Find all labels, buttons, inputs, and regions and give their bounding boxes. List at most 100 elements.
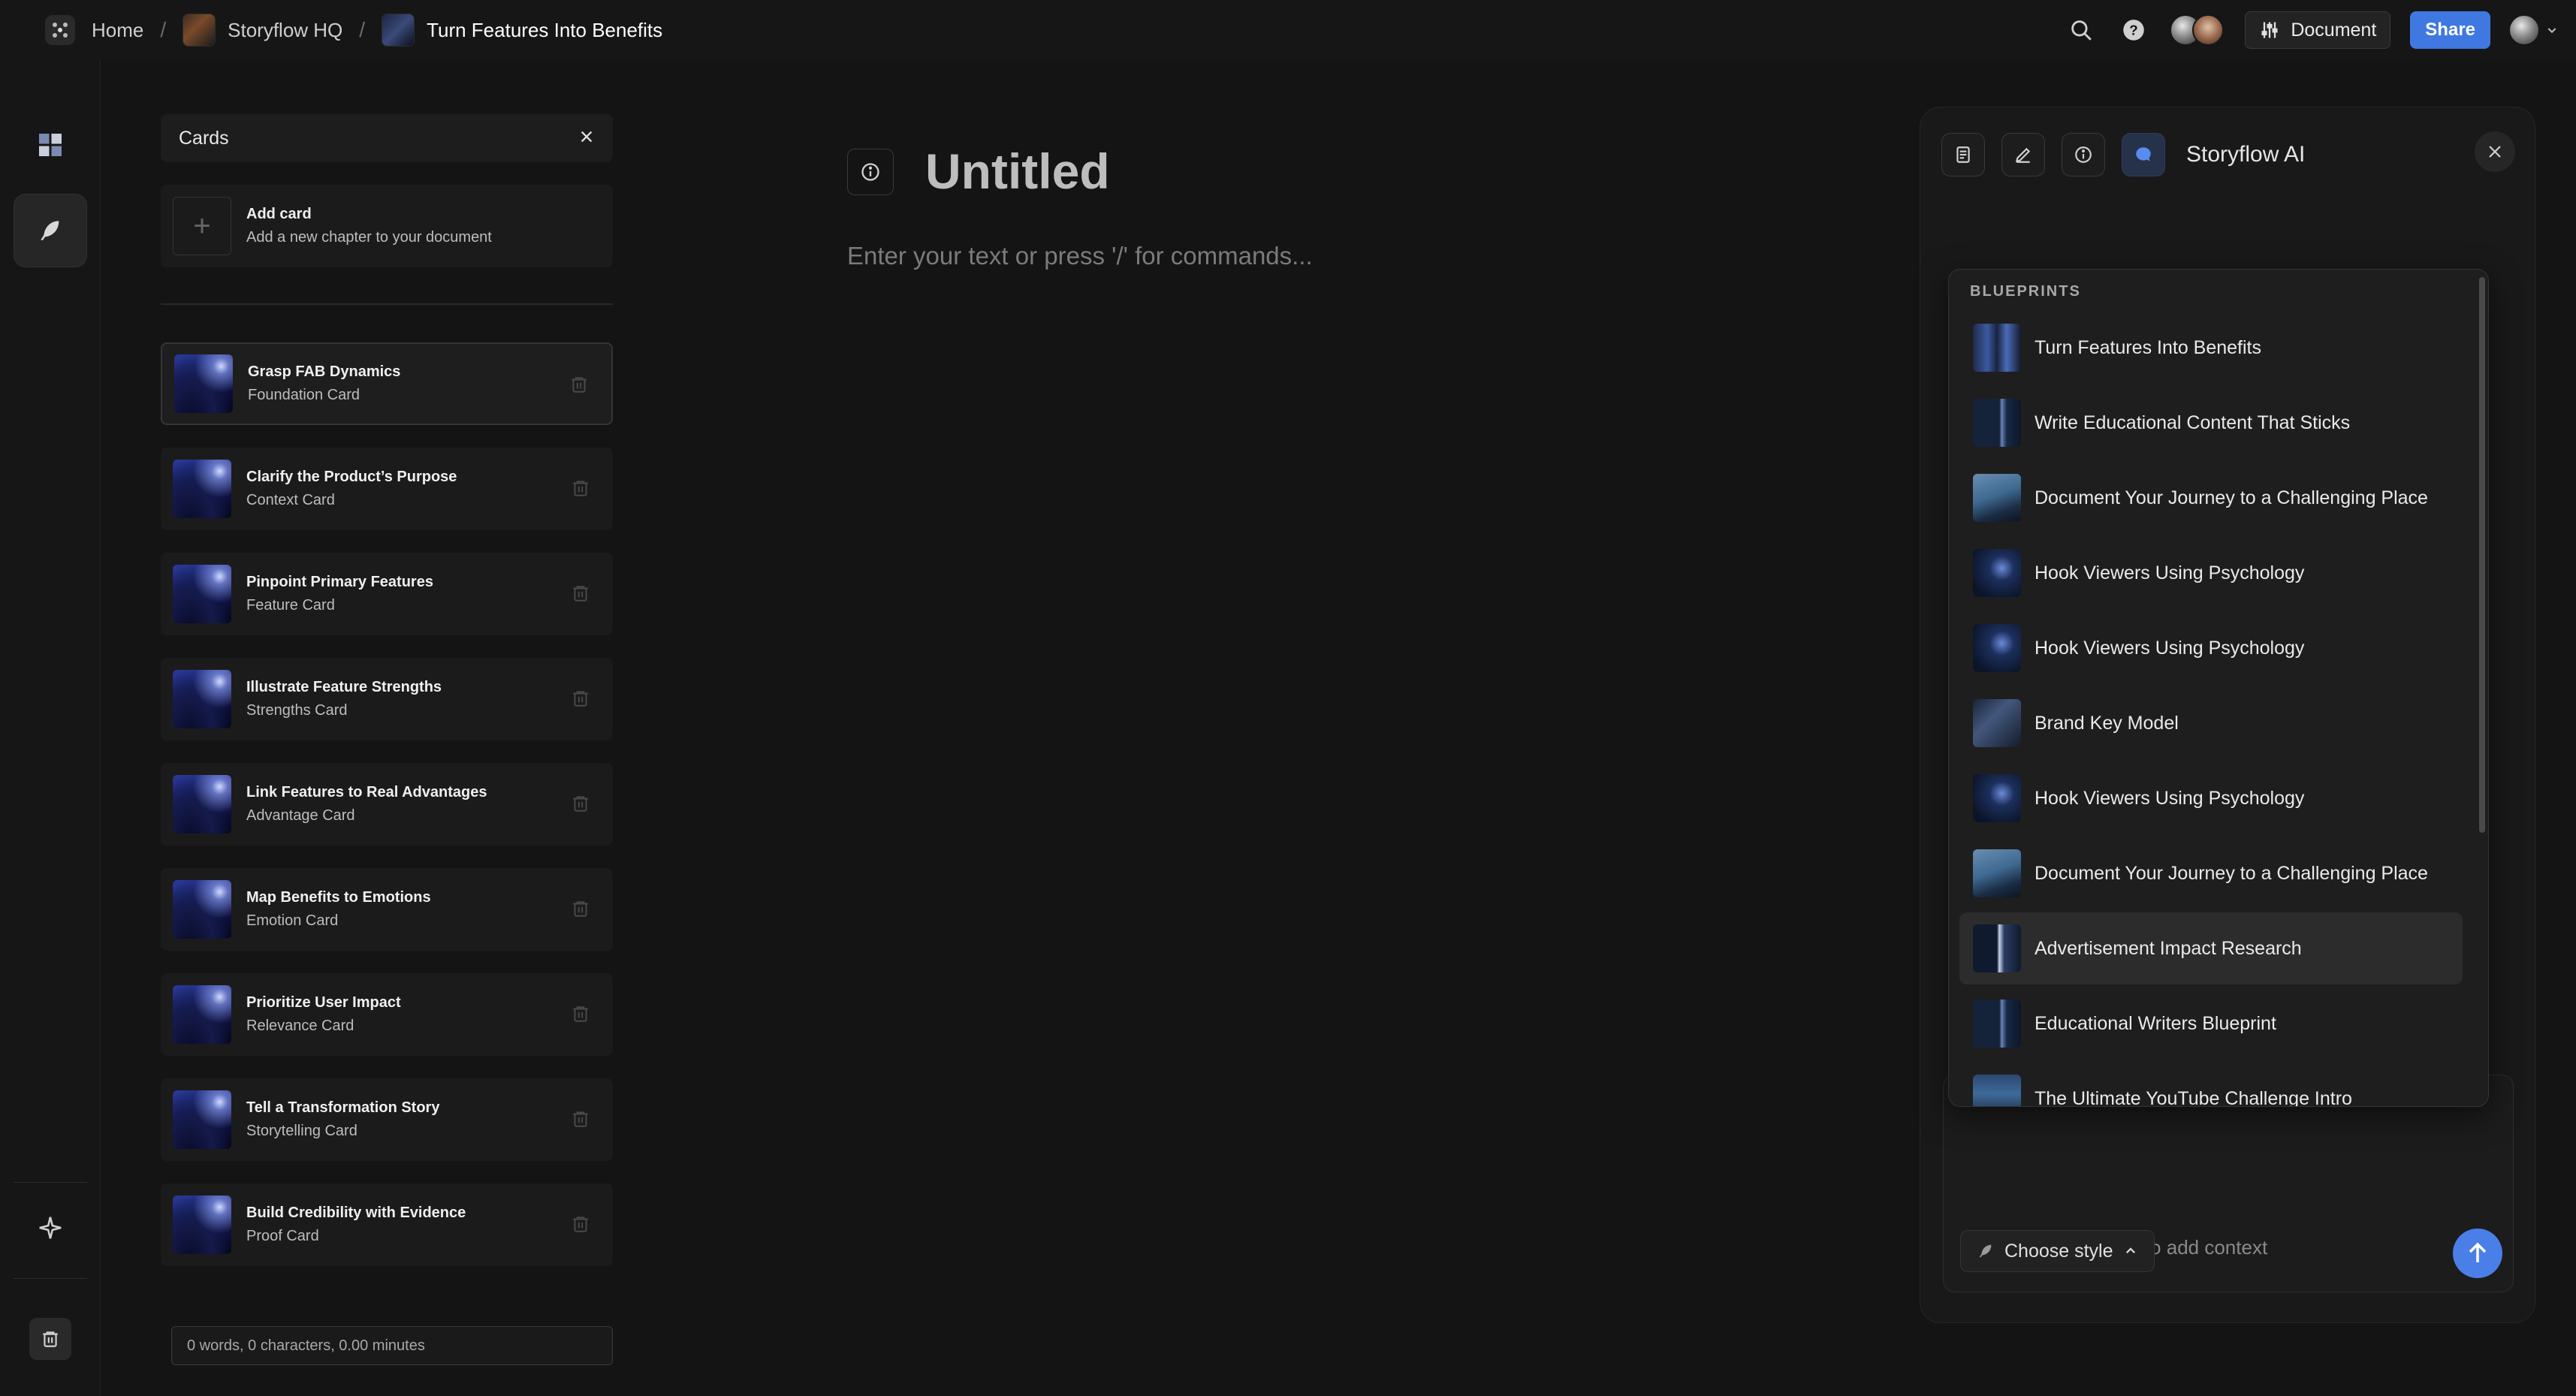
card-title: Illustrate Feature Strengths bbox=[246, 679, 442, 695]
trash-icon[interactable] bbox=[569, 374, 589, 399]
blueprint-thumbnail bbox=[1973, 849, 2021, 897]
blueprint-label: Document Your Journey to a Challenging P… bbox=[2035, 862, 2428, 884]
document-mode-button[interactable]: Document bbox=[2245, 11, 2391, 49]
chevron-up-icon bbox=[2125, 1247, 2135, 1254]
blueprint-item[interactable]: The Ultimate YouTube Challenge Intro bbox=[1959, 1063, 2463, 1106]
blueprint-thumbnail bbox=[1973, 474, 2021, 522]
notes-tool-button[interactable] bbox=[1941, 133, 1985, 176]
send-button[interactable] bbox=[2453, 1229, 2502, 1282]
card-title: Clarify the Product’s Purpose bbox=[246, 469, 457, 485]
share-button[interactable]: Share bbox=[2410, 11, 2490, 49]
add-card-button[interactable]: + Add card Add a new chapter to your doc… bbox=[161, 185, 613, 267]
trash-icon[interactable] bbox=[571, 1214, 590, 1238]
editor-body[interactable]: Enter your text or press '/' for command… bbox=[847, 242, 1313, 270]
blueprint-thumbnail bbox=[1973, 1075, 2021, 1106]
card-list: Grasp FAB Dynamics Foundation Card Clarify… bbox=[161, 342, 613, 1266]
card-subtitle: Relevance Card bbox=[246, 1018, 354, 1034]
account-menu[interactable] bbox=[2508, 14, 2558, 46]
card-item[interactable]: Build Credibility with Evidence Proof Car… bbox=[161, 1183, 613, 1266]
add-card-subtitle: Add a new chapter to your document bbox=[246, 229, 492, 246]
card-title: Link Features to Real Advantages bbox=[246, 784, 487, 801]
info-tool-button[interactable] bbox=[2062, 133, 2105, 176]
blueprint-label: Turn Features Into Benefits bbox=[2035, 336, 2262, 358]
trash-icon[interactable] bbox=[571, 688, 590, 713]
card-item[interactable]: Clarify the Product’s Purpose Context Car… bbox=[161, 448, 613, 530]
blueprint-item[interactable]: Advertisement Impact Research bbox=[1959, 912, 2463, 984]
document-icon bbox=[1956, 146, 1970, 163]
chevron-down-icon bbox=[2547, 28, 2556, 34]
breadcrumb-separator: / bbox=[160, 18, 167, 41]
card-item[interactable]: Prioritize User Impact Relevance Card bbox=[161, 973, 613, 1056]
chat-tool-button[interactable] bbox=[2122, 133, 2165, 176]
blueprint-item[interactable]: Document Your Journey to a Challenging P… bbox=[1959, 462, 2463, 534]
info-icon bbox=[2075, 146, 2092, 163]
card-title: Build Credibility with Evidence bbox=[246, 1205, 466, 1221]
blueprint-item[interactable]: Document Your Journey to a Challenging P… bbox=[1959, 837, 2463, 909]
ai-sparkle-button[interactable] bbox=[14, 1191, 87, 1265]
card-item[interactable]: Tell a Transformation Story Storytelling … bbox=[161, 1078, 613, 1161]
trash-icon[interactable] bbox=[571, 478, 590, 502]
trash-icon[interactable] bbox=[571, 793, 590, 818]
blueprints-dropdown: BLUEPRINTS Turn Features Into Benefits Wr… bbox=[1948, 269, 2489, 1107]
blueprint-thumbnail bbox=[1973, 324, 2021, 372]
cards-panel-header: Cards bbox=[161, 114, 613, 162]
add-card-title: Add card bbox=[246, 206, 312, 222]
blueprint-label: Educational Writers Blueprint bbox=[2035, 1012, 2276, 1034]
card-thumbnail bbox=[174, 354, 233, 413]
rail-divider bbox=[14, 1182, 87, 1183]
card-subtitle: Strengths Card bbox=[246, 702, 348, 719]
card-subtitle: Foundation Card bbox=[248, 387, 360, 403]
card-thumbnail bbox=[173, 670, 231, 728]
card-item[interactable]: Link Features to Real Advantages Advantag… bbox=[161, 763, 613, 846]
card-subtitle: Context Card bbox=[246, 492, 335, 508]
blueprint-item[interactable]: Brand Key Model bbox=[1959, 687, 2463, 759]
document-thumbnail bbox=[382, 14, 415, 47]
layout-switch-button[interactable] bbox=[14, 108, 87, 182]
blueprint-label: Advertisement Impact Research bbox=[2035, 937, 2302, 959]
close-icon bbox=[2489, 146, 2501, 158]
document-stats: 0 words, 0 characters, 0.00 minutes bbox=[171, 1326, 613, 1365]
blueprint-item[interactable]: Educational Writers Blueprint bbox=[1959, 987, 2463, 1060]
help-icon[interactable]: ? bbox=[2119, 15, 2149, 45]
trash-icon[interactable] bbox=[571, 1003, 590, 1028]
sliders-icon bbox=[2261, 22, 2278, 38]
blueprint-item[interactable]: Hook Viewers Using Psychology bbox=[1959, 762, 2463, 834]
blueprint-item[interactable]: Write Educational Content That Sticks bbox=[1959, 387, 2463, 459]
blueprint-label: Hook Viewers Using Psychology bbox=[2035, 637, 2305, 659]
document-info-button[interactable] bbox=[847, 149, 894, 195]
trash-icon[interactable] bbox=[571, 583, 590, 608]
breadcrumb-home[interactable]: Home bbox=[92, 19, 143, 42]
close-icon[interactable] bbox=[578, 128, 595, 149]
document-title[interactable]: Untitled bbox=[925, 143, 1110, 200]
trash-icon[interactable] bbox=[571, 898, 590, 923]
app-logo-icon[interactable] bbox=[45, 15, 75, 45]
card-title: Tell a Transformation Story bbox=[246, 1099, 440, 1116]
card-item[interactable]: Illustrate Feature Strengths Strengths Ca… bbox=[161, 658, 613, 740]
avatar bbox=[2192, 14, 2225, 46]
trash-rail-button[interactable] bbox=[14, 1302, 87, 1376]
dropdown-scrollbar[interactable] bbox=[2479, 277, 2485, 833]
trash-icon[interactable] bbox=[571, 1108, 590, 1133]
write-mode-button[interactable] bbox=[14, 194, 87, 267]
edit-tool-button[interactable] bbox=[2001, 133, 2045, 176]
blueprint-item[interactable]: Turn Features Into Benefits bbox=[1959, 312, 2463, 384]
card-item[interactable]: Grasp FAB Dynamics Foundation Card bbox=[161, 342, 613, 425]
chat-bubble-icon bbox=[2136, 147, 2151, 161]
collaborator-avatars[interactable] bbox=[2170, 14, 2225, 46]
blueprint-item[interactable]: Hook Viewers Using Psychology bbox=[1959, 612, 2463, 684]
blueprint-thumbnail bbox=[1973, 399, 2021, 447]
blueprint-thumbnail bbox=[1973, 624, 2021, 672]
breadcrumb-document[interactable]: Turn Features Into Benefits bbox=[382, 14, 662, 47]
blueprint-thumbnail bbox=[1973, 774, 2021, 822]
card-item[interactable]: Map Benefits to Emotions Emotion Card bbox=[161, 868, 613, 951]
choose-style-button[interactable]: Choose style bbox=[1960, 1230, 2155, 1272]
search-icon[interactable] bbox=[2066, 15, 2096, 45]
blueprint-label: Write Educational Content That Sticks bbox=[2035, 412, 2351, 433]
breadcrumb-workspace[interactable]: Storyflow HQ bbox=[182, 14, 342, 47]
close-ai-panel-button[interactable] bbox=[2475, 131, 2515, 172]
breadcrumb: Home / Storyflow HQ / Turn Features Into… bbox=[45, 0, 662, 60]
blueprint-label: Document Your Journey to a Challenging P… bbox=[2035, 487, 2428, 508]
avatar bbox=[2508, 14, 2540, 46]
blueprint-item[interactable]: Hook Viewers Using Psychology bbox=[1959, 537, 2463, 609]
card-item[interactable]: Pinpoint Primary Features Feature Card bbox=[161, 553, 613, 635]
